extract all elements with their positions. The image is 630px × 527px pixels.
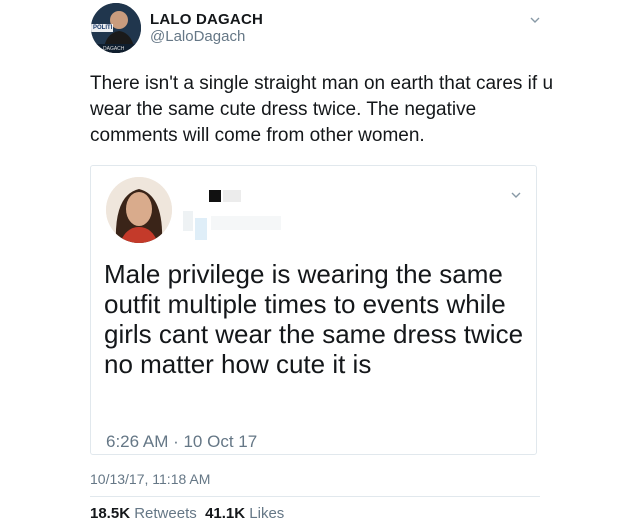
avatar-caption-text: DAGACH: [103, 46, 125, 52]
author-name[interactable]: LALO DAGACH: [150, 11, 263, 28]
tweet-text: There isn't a single straight man on ear…: [90, 73, 554, 146]
retweets-count: 18.5K: [90, 505, 131, 522]
quoted-tweet-time[interactable]: 6:26 AM · 10 Oct 17: [106, 432, 257, 452]
tweet-stats: 18.5K Retweets 41.1K Likes: [90, 505, 284, 522]
retweets-stat[interactable]: 18.5K Retweets: [90, 505, 197, 522]
quoted-tweet[interactable]: Male privilege is wearing the same outfi…: [90, 165, 537, 455]
avatar-badge-text: POLITI: [93, 25, 113, 31]
author-avatar[interactable]: POLITI DAGACH: [91, 3, 141, 53]
redacted-handle-blur: [211, 216, 281, 230]
chevron-down-icon[interactable]: [530, 15, 540, 25]
redacted-handle-blur: [183, 211, 193, 231]
likes-stat[interactable]: 41.1K Likes: [205, 505, 284, 522]
quoted-avatar-image: [106, 177, 172, 243]
redacted-name-blur: [223, 190, 241, 202]
redacted-handle-blur: [195, 218, 207, 240]
chevron-down-icon[interactable]: [511, 190, 521, 200]
retweets-label: Retweets: [134, 505, 197, 522]
quoted-tweet-text: Male privilege is wearing the same outfi…: [104, 259, 524, 379]
author-handle[interactable]: @LaloDagach: [150, 28, 245, 45]
redacted-name-block: [209, 190, 221, 202]
quoted-avatar[interactable]: [106, 177, 172, 243]
likes-label: Likes: [249, 505, 285, 522]
divider: [90, 496, 540, 497]
tweet-timestamp[interactable]: 10/13/17, 11:18 AM: [90, 471, 210, 487]
likes-count: 41.1K: [205, 505, 246, 522]
